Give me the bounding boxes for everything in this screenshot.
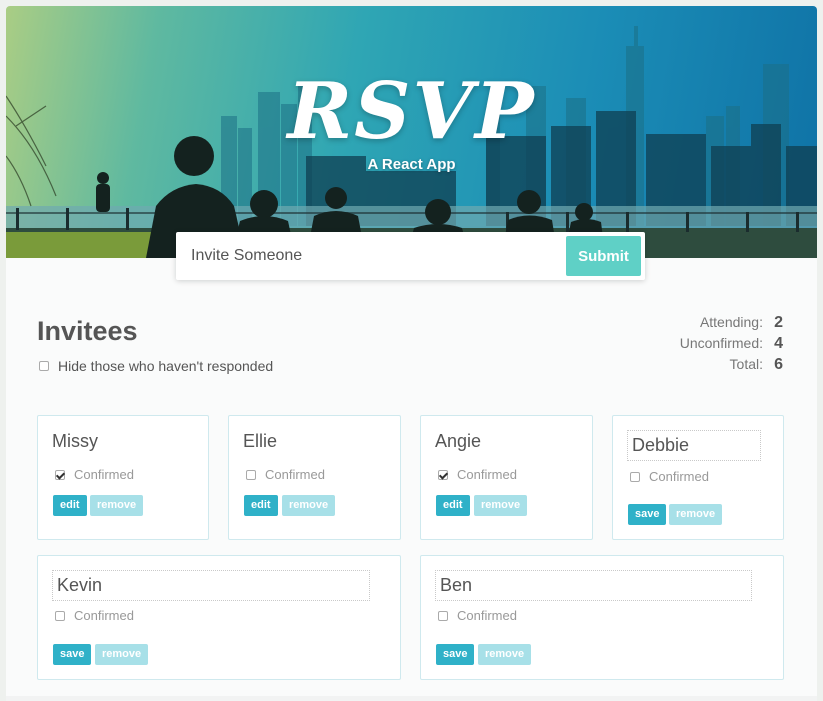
attending-count: 2: [774, 314, 783, 331]
guest-name: Missy: [52, 431, 98, 451]
total-count: 6: [774, 356, 783, 373]
guest-name: Angie: [435, 431, 482, 451]
app-title: RSVP: [287, 66, 536, 157]
confirmed-toggle[interactable]: Confirmed: [55, 608, 134, 623]
confirmed-checkbox[interactable]: [246, 469, 256, 480]
counter-attending: Attending: 2: [583, 314, 783, 335]
hide-unresponded-label: Hide those who haven't responded: [58, 358, 274, 374]
confirmed-checkbox[interactable]: [55, 469, 65, 480]
invitees-heading: Invitees: [37, 316, 138, 346]
unconfirmed-label: Unconfirmed:: [679, 335, 763, 351]
guest-name-input[interactable]: [435, 570, 752, 601]
remove-button[interactable]: remove: [478, 644, 532, 665]
guest-card: Confirmed save remove: [37, 555, 401, 680]
guest-card: Missy Confirmed edit remove: [37, 415, 209, 540]
rsvp-counter: Attending: 2 Unconfirmed: 4 Total: 6: [583, 314, 783, 377]
confirmed-toggle[interactable]: Confirmed: [55, 467, 134, 482]
confirmed-checkbox[interactable]: [438, 610, 448, 621]
save-button[interactable]: save: [628, 504, 667, 525]
remove-button[interactable]: remove: [474, 495, 528, 516]
confirmed-checkbox[interactable]: [438, 469, 448, 480]
remove-button[interactable]: remove: [669, 504, 723, 525]
confirmed-label: Confirmed: [74, 608, 134, 623]
guest-name: Ellie: [243, 431, 278, 451]
page-bottom-edge: [6, 696, 817, 701]
save-button[interactable]: save: [53, 644, 92, 665]
counter-total: Total: 6: [583, 356, 783, 377]
confirmed-label: Confirmed: [74, 467, 134, 482]
invite-input[interactable]: [176, 232, 566, 280]
remove-button[interactable]: remove: [90, 495, 144, 516]
guest-card: Confirmed save remove: [612, 415, 784, 540]
rsvp-app: RSVP A React App Submit Invitees Hide th…: [6, 6, 817, 701]
counter-unconfirmed: Unconfirmed: 4: [583, 335, 783, 356]
confirmed-label: Confirmed: [457, 467, 517, 482]
confirmed-label: Confirmed: [265, 467, 325, 482]
edit-button[interactable]: edit: [436, 495, 470, 516]
confirmed-toggle[interactable]: Confirmed: [438, 467, 517, 482]
hide-unresponded-filter[interactable]: Hide those who haven't responded: [39, 358, 273, 374]
remove-button[interactable]: remove: [95, 644, 149, 665]
guest-name-input[interactable]: [52, 570, 370, 601]
confirmed-toggle[interactable]: Confirmed: [630, 469, 709, 484]
guest-card: Confirmed save remove: [420, 555, 784, 680]
remove-button[interactable]: remove: [282, 495, 336, 516]
guest-name-input[interactable]: [627, 430, 761, 461]
confirmed-toggle[interactable]: Confirmed: [438, 608, 517, 623]
edit-button[interactable]: edit: [244, 495, 278, 516]
confirmed-checkbox[interactable]: [55, 610, 65, 621]
header-banner: RSVP A React App: [6, 6, 817, 258]
total-label: Total:: [729, 356, 763, 372]
hide-unresponded-checkbox[interactable]: [39, 361, 49, 371]
invite-form: Submit: [176, 232, 645, 280]
guest-card: Angie Confirmed edit remove: [420, 415, 593, 540]
confirmed-toggle[interactable]: Confirmed: [246, 467, 325, 482]
app-subtitle: A React App: [367, 156, 456, 173]
edit-button[interactable]: edit: [53, 495, 87, 516]
unconfirmed-count: 4: [774, 335, 783, 352]
confirmed-label: Confirmed: [649, 469, 709, 484]
submit-button[interactable]: Submit: [566, 236, 641, 276]
save-button[interactable]: save: [436, 644, 475, 665]
guest-card: Ellie Confirmed edit remove: [228, 415, 401, 540]
confirmed-label: Confirmed: [457, 608, 517, 623]
attending-label: Attending:: [699, 314, 763, 330]
confirmed-checkbox[interactable]: [630, 471, 640, 482]
